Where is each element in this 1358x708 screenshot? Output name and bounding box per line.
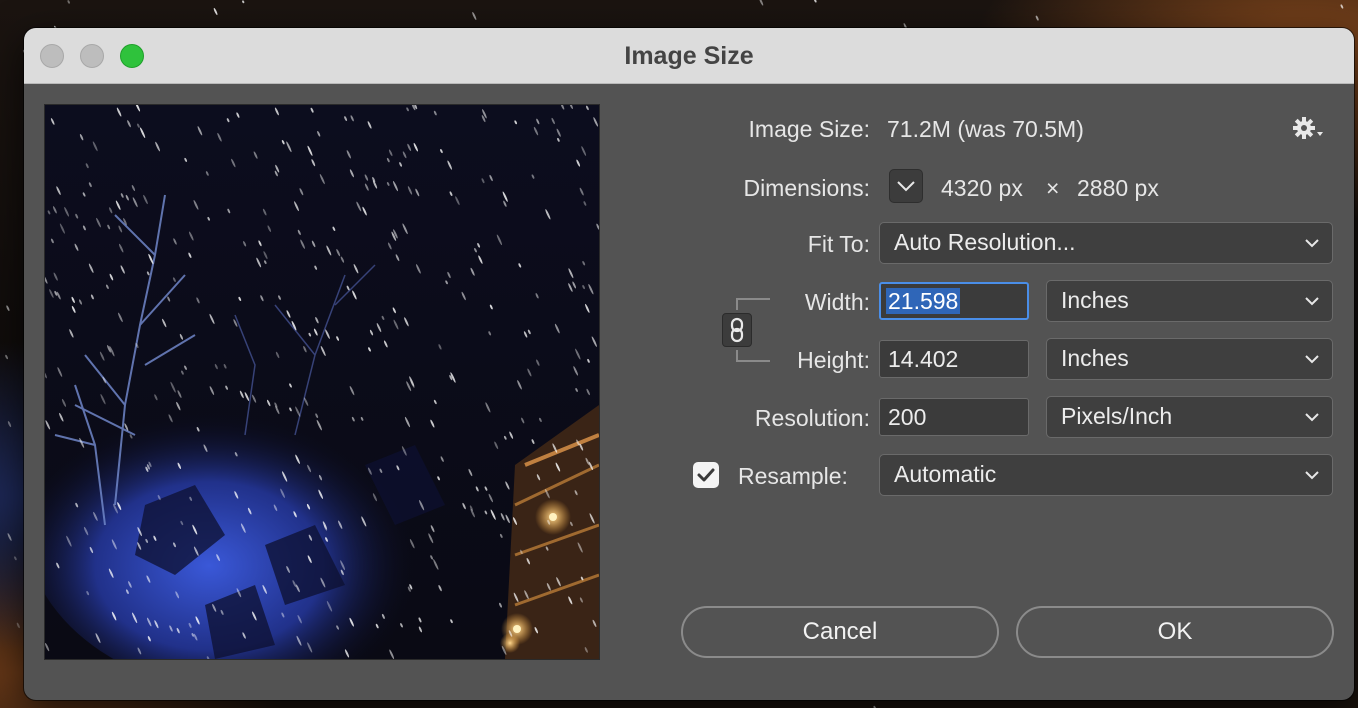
gear-icon[interactable] — [1292, 116, 1328, 142]
chevron-down-icon — [897, 181, 915, 192]
constrain-bracket-bottom — [736, 350, 770, 362]
width-unit-select[interactable]: Inches — [1046, 280, 1333, 322]
resample-checkbox[interactable] — [693, 462, 719, 488]
width-label: Width: — [804, 289, 870, 315]
width-unit: Inches — [1061, 287, 1129, 313]
cancel-button[interactable]: Cancel — [681, 606, 999, 658]
height-value: 14.402 — [888, 346, 959, 372]
image-size-value: 71.2M (was 70.5M) — [887, 116, 1084, 142]
resample-value: Automatic — [894, 461, 997, 487]
width-value: 21.598 — [886, 288, 961, 314]
resolution-label: Resolution: — [754, 405, 870, 431]
image-preview[interactable] — [44, 104, 600, 660]
constrain-bracket-top — [736, 298, 770, 310]
height-unit-select[interactable]: Inches — [1046, 338, 1333, 380]
dimensions-width: 4320 px — [941, 175, 1023, 201]
checkmark-icon — [697, 468, 715, 482]
dimensions-units-dropdown[interactable] — [889, 169, 923, 203]
dimensions-times: × — [1046, 175, 1060, 201]
window-title: Image Size — [624, 42, 754, 70]
resample-select[interactable]: Automatic — [879, 454, 1333, 496]
resample-label: Resample: — [738, 463, 848, 489]
resolution-unit: Pixels/Inch — [1061, 403, 1173, 429]
chevron-down-icon — [1305, 355, 1319, 364]
height-unit: Inches — [1061, 345, 1129, 371]
ok-button[interactable]: OK — [1016, 606, 1334, 658]
dimensions-height: 2880 px — [1077, 175, 1159, 201]
image-size-dialog: Image Size Image Size: 71.2M (was 70.5M)… — [24, 28, 1354, 700]
dimensions-label: Dimensions: — [743, 175, 870, 201]
width-input[interactable]: 21.598 — [879, 282, 1029, 320]
chevron-down-icon — [1305, 297, 1319, 306]
chevron-down-icon — [1305, 413, 1319, 422]
resolution-input[interactable]: 200 — [879, 398, 1029, 436]
resolution-value: 200 — [888, 404, 927, 430]
image-size-label: Image Size: — [748, 116, 870, 142]
fit-to-select[interactable]: Auto Resolution... — [879, 222, 1333, 264]
link-icon — [730, 317, 744, 343]
chevron-down-icon — [1305, 471, 1319, 480]
height-label: Height: — [797, 347, 870, 373]
fit-to-label: Fit To: — [807, 231, 870, 257]
fit-to-value: Auto Resolution... — [894, 229, 1076, 255]
chevron-down-icon — [1305, 239, 1319, 248]
height-input[interactable]: 14.402 — [879, 340, 1029, 378]
title-bar[interactable]: Image Size — [24, 28, 1354, 84]
constrain-proportions-button[interactable] — [722, 313, 752, 347]
resolution-unit-select[interactable]: Pixels/Inch — [1046, 396, 1333, 438]
